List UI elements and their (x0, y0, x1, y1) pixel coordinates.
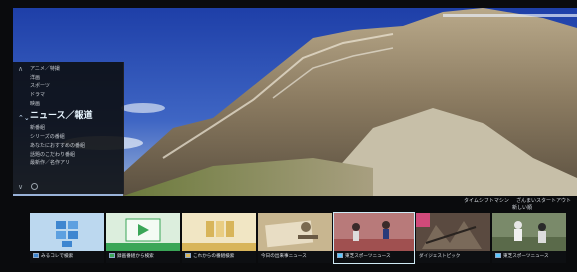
search-tile-mirukore[interactable]: みるコレで検索 (30, 213, 104, 263)
play-icon (106, 213, 180, 251)
list-icon (182, 213, 256, 251)
tile-caption: みるコレで検索 (30, 251, 104, 263)
tile-caption: ダイジェストピック (416, 251, 490, 263)
genre-item[interactable]: 最新作／名作アリ (30, 159, 93, 168)
strip-heading-zanmai: ざんまいスタートアウト (516, 198, 572, 204)
genre-item[interactable]: アニメ／特撮 (30, 65, 93, 74)
tile-caption: これからの番組検索 (182, 251, 256, 263)
genre-item[interactable]: 洋画 (30, 74, 93, 83)
program-tile-focused[interactable]: 東芝スポーツニュース (333, 212, 415, 264)
program-tile[interactable]: 東芝スポーツニュース (492, 213, 566, 263)
program-thumbnail (492, 213, 566, 251)
program-thumbnail (334, 213, 414, 251)
program-tile[interactable]: ダイジェストピック (416, 213, 490, 263)
strip-heading-timeshift: タイムシフトマシン (464, 198, 509, 204)
menu-select-arrows-icon: ⌃⌄ (18, 114, 30, 122)
strip-subheading: 新しい順 (512, 205, 533, 211)
menu-down-arrow-icon[interactable]: ∨ (18, 184, 23, 191)
tv-guide-screen: ∧ ⌃⌄ アニメ／特撮 洋画 スポーツ ドラマ 映画 ニュース／報道 新番組 シ… (0, 0, 577, 272)
genre-item[interactable]: ドラマ (30, 91, 93, 100)
genre-item[interactable]: あなたにおすすめの番組 (30, 142, 93, 151)
genre-item[interactable]: 映画 (30, 100, 93, 109)
settings-icon[interactable] (31, 183, 38, 190)
search-icon (33, 253, 39, 258)
schedule-icon (185, 253, 191, 258)
sports-icon (337, 253, 343, 258)
menu-up-arrow-icon[interactable]: ∧ (18, 66, 23, 73)
genre-menu: ∧ ⌃⌄ アニメ／特撮 洋画 スポーツ ドラマ 映画 ニュース／報道 新番組 シ… (13, 62, 124, 194)
genre-list: アニメ／特撮 洋画 スポーツ ドラマ 映画 ニュース／報道 新番組 シリーズの番… (30, 65, 93, 168)
program-thumbnail (416, 213, 490, 251)
search-tile-upcoming[interactable]: これからの番組検索 (182, 213, 256, 263)
tile-caption: 録画番組から検索 (106, 251, 180, 263)
grid-icon (30, 213, 104, 251)
program-strip: タイムシフトマシン ざんまいスタートアウト 新しい順 みるコレで検索 録画番組か… (0, 196, 577, 272)
tile-caption: 東芝スポーツニュース (492, 251, 566, 263)
tile-caption: 今日の出来事ニュース (258, 251, 332, 263)
genre-item[interactable]: 新番組 (30, 124, 93, 133)
genre-item-selected[interactable]: ニュース／報道 (30, 108, 93, 124)
genre-item[interactable]: シリーズの番組 (30, 133, 93, 142)
search-tile-recorded[interactable]: 録画番組から検索 (106, 213, 180, 263)
sports-icon (495, 253, 501, 258)
program-thumbnail (258, 213, 332, 251)
genre-item[interactable]: 話題のこだわり番組 (30, 151, 93, 160)
record-icon (109, 253, 115, 258)
tile-caption: 東芝スポーツニュース (334, 251, 414, 263)
program-tile[interactable]: 今日の出来事ニュース (258, 213, 332, 263)
genre-item[interactable]: スポーツ (30, 82, 93, 91)
